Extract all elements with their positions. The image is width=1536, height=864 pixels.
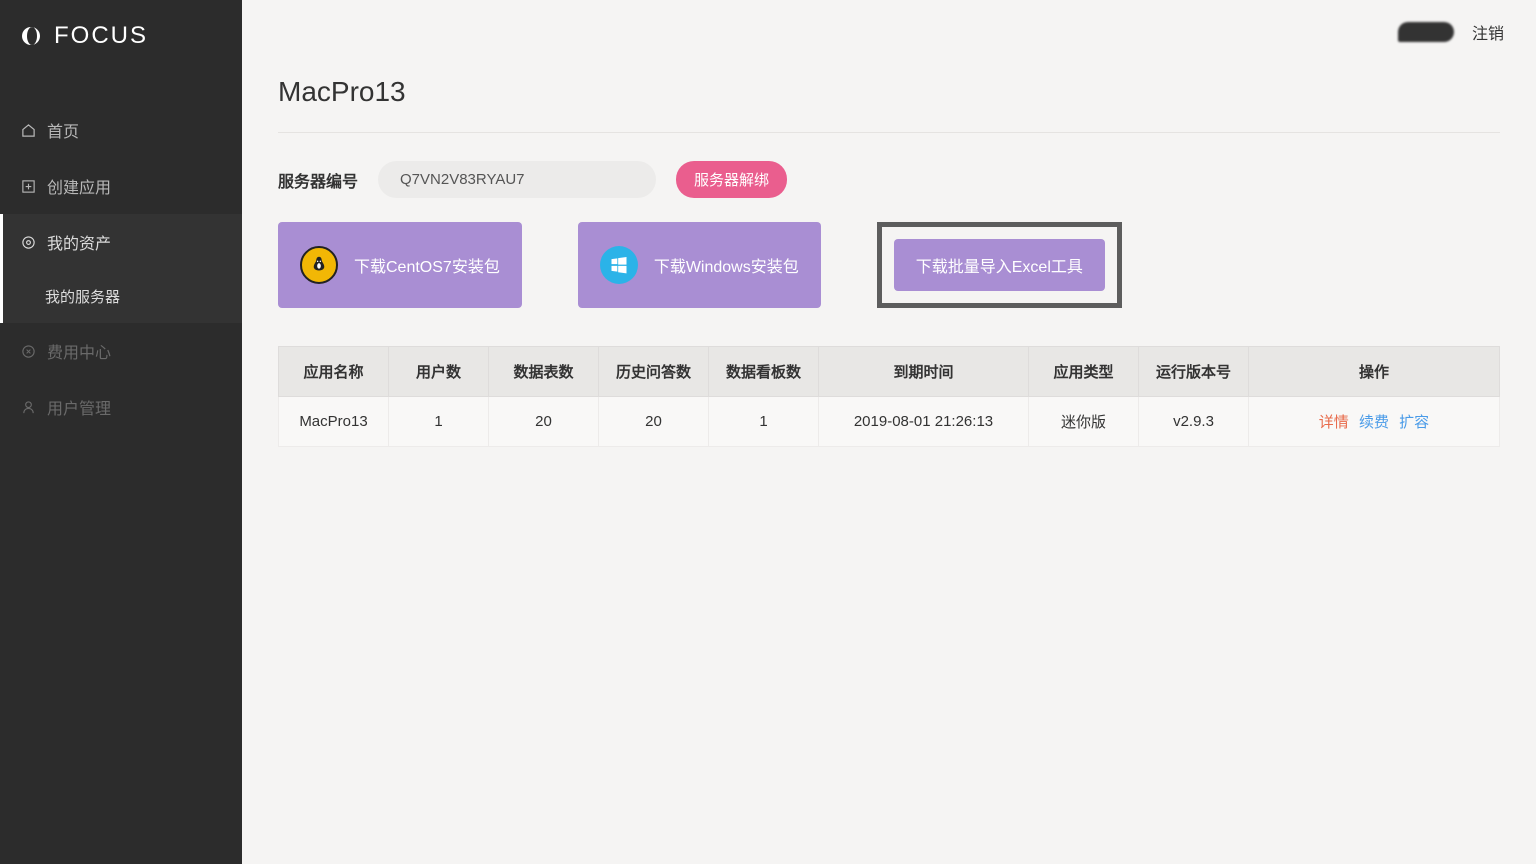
server-label: 服务器编号 bbox=[278, 168, 358, 192]
download-excel-tool-button[interactable]: 下载批量导入Excel工具 bbox=[894, 239, 1105, 291]
user-icon bbox=[20, 399, 37, 416]
nav-my-servers-label: 我的服务器 bbox=[45, 289, 120, 306]
action-detail-link[interactable]: 详情 bbox=[1319, 414, 1349, 431]
navigation: 首页 创建应用 我的资产 我的服务器 费用中心 bbox=[0, 102, 242, 435]
home-icon bbox=[20, 122, 37, 139]
nav-home-label: 首页 bbox=[47, 118, 79, 142]
sidebar: FOCUS 首页 创建应用 我的资产 我的服 bbox=[0, 0, 242, 864]
th-action: 操作 bbox=[1249, 347, 1500, 397]
main-content: 注销 MacPro13 服务器编号 Q7VN2V83RYAU7 服务器解绑 下载… bbox=[242, 0, 1536, 864]
th-app-name: 应用名称 bbox=[279, 347, 389, 397]
fee-icon bbox=[20, 343, 37, 360]
th-table-count: 数据表数 bbox=[489, 347, 599, 397]
td-app-type: 迷你版 bbox=[1029, 397, 1139, 447]
action-renew-link[interactable]: 续费 bbox=[1359, 414, 1389, 431]
windows-icon bbox=[600, 246, 638, 284]
td-actions: 详情 续费 扩容 bbox=[1249, 397, 1500, 447]
content-area: MacPro13 服务器编号 Q7VN2V83RYAU7 服务器解绑 下载Cen… bbox=[242, 64, 1536, 471]
download-windows-button[interactable]: 下载Windows安装包 bbox=[578, 222, 821, 308]
th-user-count: 用户数 bbox=[389, 347, 489, 397]
download-centos-button[interactable]: 下载CentOS7安装包 bbox=[278, 222, 522, 308]
nav-user-mgmt-label: 用户管理 bbox=[47, 395, 111, 419]
download-centos-label: 下载CentOS7安装包 bbox=[354, 253, 500, 277]
td-expire-time: 2019-08-01 21:26:13 bbox=[819, 397, 1029, 447]
logout-link[interactable]: 注销 bbox=[1472, 20, 1504, 44]
unbind-server-button[interactable]: 服务器解绑 bbox=[676, 161, 787, 198]
linux-icon bbox=[300, 246, 338, 284]
logo: FOCUS bbox=[0, 0, 242, 72]
page-title: MacPro13 bbox=[278, 64, 1500, 133]
table-row: MacPro13 1 20 20 1 2019-08-01 21:26:13 迷… bbox=[279, 397, 1500, 447]
logo-icon bbox=[18, 23, 44, 49]
table-header-row: 应用名称 用户数 数据表数 历史问答数 数据看板数 到期时间 应用类型 运行版本… bbox=[279, 347, 1500, 397]
td-user-count: 1 bbox=[389, 397, 489, 447]
highlight-box: 下载批量导入Excel工具 bbox=[877, 222, 1122, 308]
server-code: Q7VN2V83RYAU7 bbox=[378, 161, 656, 198]
td-table-count: 20 bbox=[489, 397, 599, 447]
nav-user-mgmt[interactable]: 用户管理 bbox=[0, 379, 242, 435]
server-row: 服务器编号 Q7VN2V83RYAU7 服务器解绑 bbox=[278, 161, 1500, 198]
td-qa-count: 20 bbox=[599, 397, 709, 447]
td-board-count: 1 bbox=[709, 397, 819, 447]
topbar: 注销 bbox=[242, 0, 1536, 64]
nav-create-app[interactable]: 创建应用 bbox=[0, 158, 242, 214]
th-qa-count: 历史问答数 bbox=[599, 347, 709, 397]
nav-fee-center[interactable]: 费用中心 bbox=[0, 323, 242, 379]
th-app-type: 应用类型 bbox=[1029, 347, 1139, 397]
download-row: 下载CentOS7安装包 下载Windows安装包 下载批量导入Excel工具 bbox=[278, 222, 1500, 308]
download-windows-label: 下载Windows安装包 bbox=[654, 253, 799, 277]
nav-my-servers[interactable]: 我的服务器 bbox=[0, 270, 242, 323]
nav-create-app-label: 创建应用 bbox=[47, 174, 111, 198]
assets-icon bbox=[20, 234, 37, 251]
nav-my-assets[interactable]: 我的资产 bbox=[0, 214, 242, 270]
nav-home[interactable]: 首页 bbox=[0, 102, 242, 158]
plus-square-icon bbox=[20, 178, 37, 195]
th-version: 运行版本号 bbox=[1139, 347, 1249, 397]
username-redacted bbox=[1398, 22, 1454, 42]
th-board-count: 数据看板数 bbox=[709, 347, 819, 397]
th-expire-time: 到期时间 bbox=[819, 347, 1029, 397]
td-app-name: MacPro13 bbox=[279, 397, 389, 447]
download-excel-label: 下载批量导入Excel工具 bbox=[916, 253, 1083, 277]
td-version: v2.9.3 bbox=[1139, 397, 1249, 447]
brand-name: FOCUS bbox=[54, 22, 148, 50]
nav-my-assets-label: 我的资产 bbox=[47, 230, 111, 254]
action-expand-link[interactable]: 扩容 bbox=[1399, 414, 1429, 431]
apps-table: 应用名称 用户数 数据表数 历史问答数 数据看板数 到期时间 应用类型 运行版本… bbox=[278, 346, 1500, 447]
nav-fee-center-label: 费用中心 bbox=[47, 339, 111, 363]
